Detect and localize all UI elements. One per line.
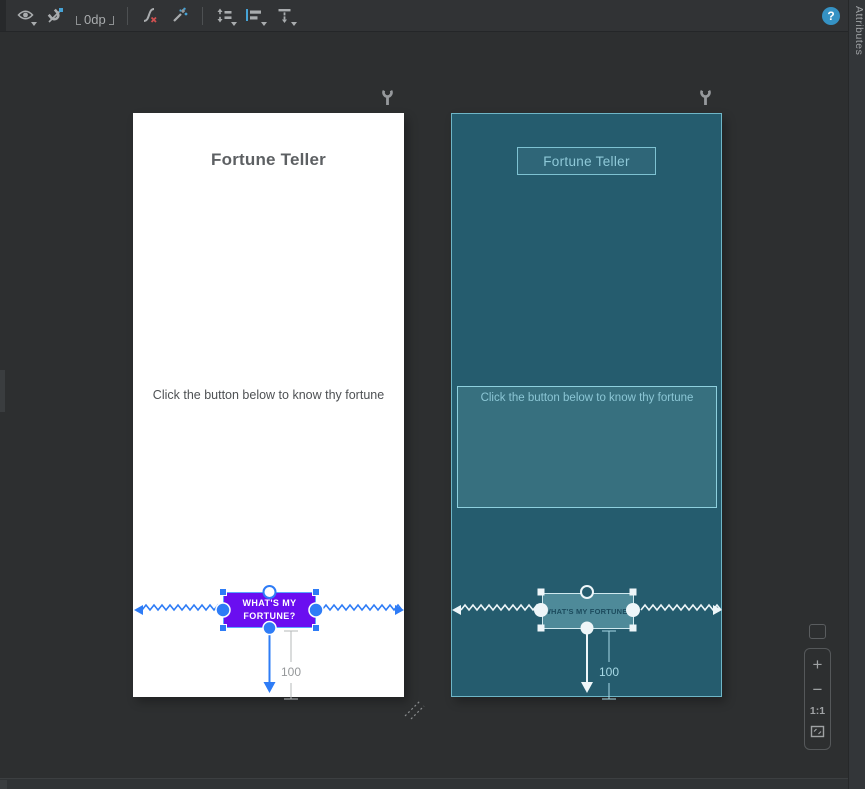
design-surface[interactable]: Fortune Teller Click the button below to… bbox=[0, 32, 848, 778]
layout-editor-window: 0dp ? Fortune Teller Click the button be… bbox=[0, 0, 865, 789]
pan-view-button[interactable] bbox=[809, 624, 826, 639]
bracket-right bbox=[108, 15, 114, 25]
wrench-icon bbox=[700, 89, 711, 105]
fortune-button-blueprint[interactable]: WHAT'S MY FORTUNE? bbox=[542, 593, 634, 629]
toolbar-edge bbox=[0, 0, 6, 31]
body-textview[interactable]: Click the button below to know thy fortu… bbox=[133, 388, 404, 402]
guidelines-icon[interactable] bbox=[272, 4, 298, 28]
bottom-status-strip bbox=[0, 778, 848, 789]
bottom-corner-handle bbox=[0, 780, 7, 789]
zoom-actual-size-button[interactable]: 1:1 bbox=[805, 706, 830, 717]
default-margins-control[interactable]: 0dp bbox=[76, 5, 114, 27]
wrench-icon bbox=[382, 89, 393, 105]
help-icon[interactable]: ? bbox=[822, 7, 840, 25]
tab-attributes[interactable]: Attributes bbox=[849, 6, 865, 55]
zoom-in-button[interactable]: + bbox=[805, 656, 830, 673]
canvas-resize-handle[interactable] bbox=[402, 698, 428, 724]
zoom-controls-panel: + − 1:1 bbox=[804, 648, 831, 750]
chevron-down-icon bbox=[31, 21, 37, 26]
design-view-screen[interactable]: Fortune Teller Click the button below to… bbox=[133, 113, 404, 697]
zoom-to-fit-button[interactable] bbox=[805, 725, 830, 742]
align-icon[interactable] bbox=[242, 4, 268, 28]
title-textview[interactable]: Fortune Teller bbox=[133, 150, 404, 170]
body-textview-blueprint[interactable]: Click the button below to know thy fortu… bbox=[457, 386, 717, 508]
zoom-out-button[interactable]: − bbox=[805, 681, 830, 698]
toolbar-separator bbox=[126, 6, 128, 25]
default-margin-value[interactable]: 0dp bbox=[81, 13, 109, 26]
clear-all-constraints-icon[interactable] bbox=[137, 4, 163, 28]
autoconnect-off-icon[interactable] bbox=[42, 4, 68, 28]
panel-splitter-handle[interactable] bbox=[0, 370, 5, 412]
right-tool-strip: Attributes bbox=[848, 0, 865, 789]
title-textview-blueprint[interactable]: Fortune Teller bbox=[517, 147, 656, 175]
help-glyph: ? bbox=[827, 9, 835, 23]
chevron-down-icon bbox=[230, 21, 237, 26]
infer-constraints-icon[interactable] bbox=[167, 4, 193, 28]
pack-icon[interactable] bbox=[212, 4, 238, 28]
toolbar-separator bbox=[201, 6, 203, 25]
view-options-icon[interactable] bbox=[12, 4, 38, 28]
design-toolbar: 0dp ? bbox=[0, 0, 848, 32]
chevron-down-icon bbox=[260, 21, 267, 26]
blueprint-view-screen[interactable]: Fortune Teller Click the button below to… bbox=[451, 113, 722, 697]
fortune-button[interactable]: WHAT'S MY FORTUNE? bbox=[223, 592, 316, 628]
chevron-down-icon bbox=[290, 21, 297, 26]
